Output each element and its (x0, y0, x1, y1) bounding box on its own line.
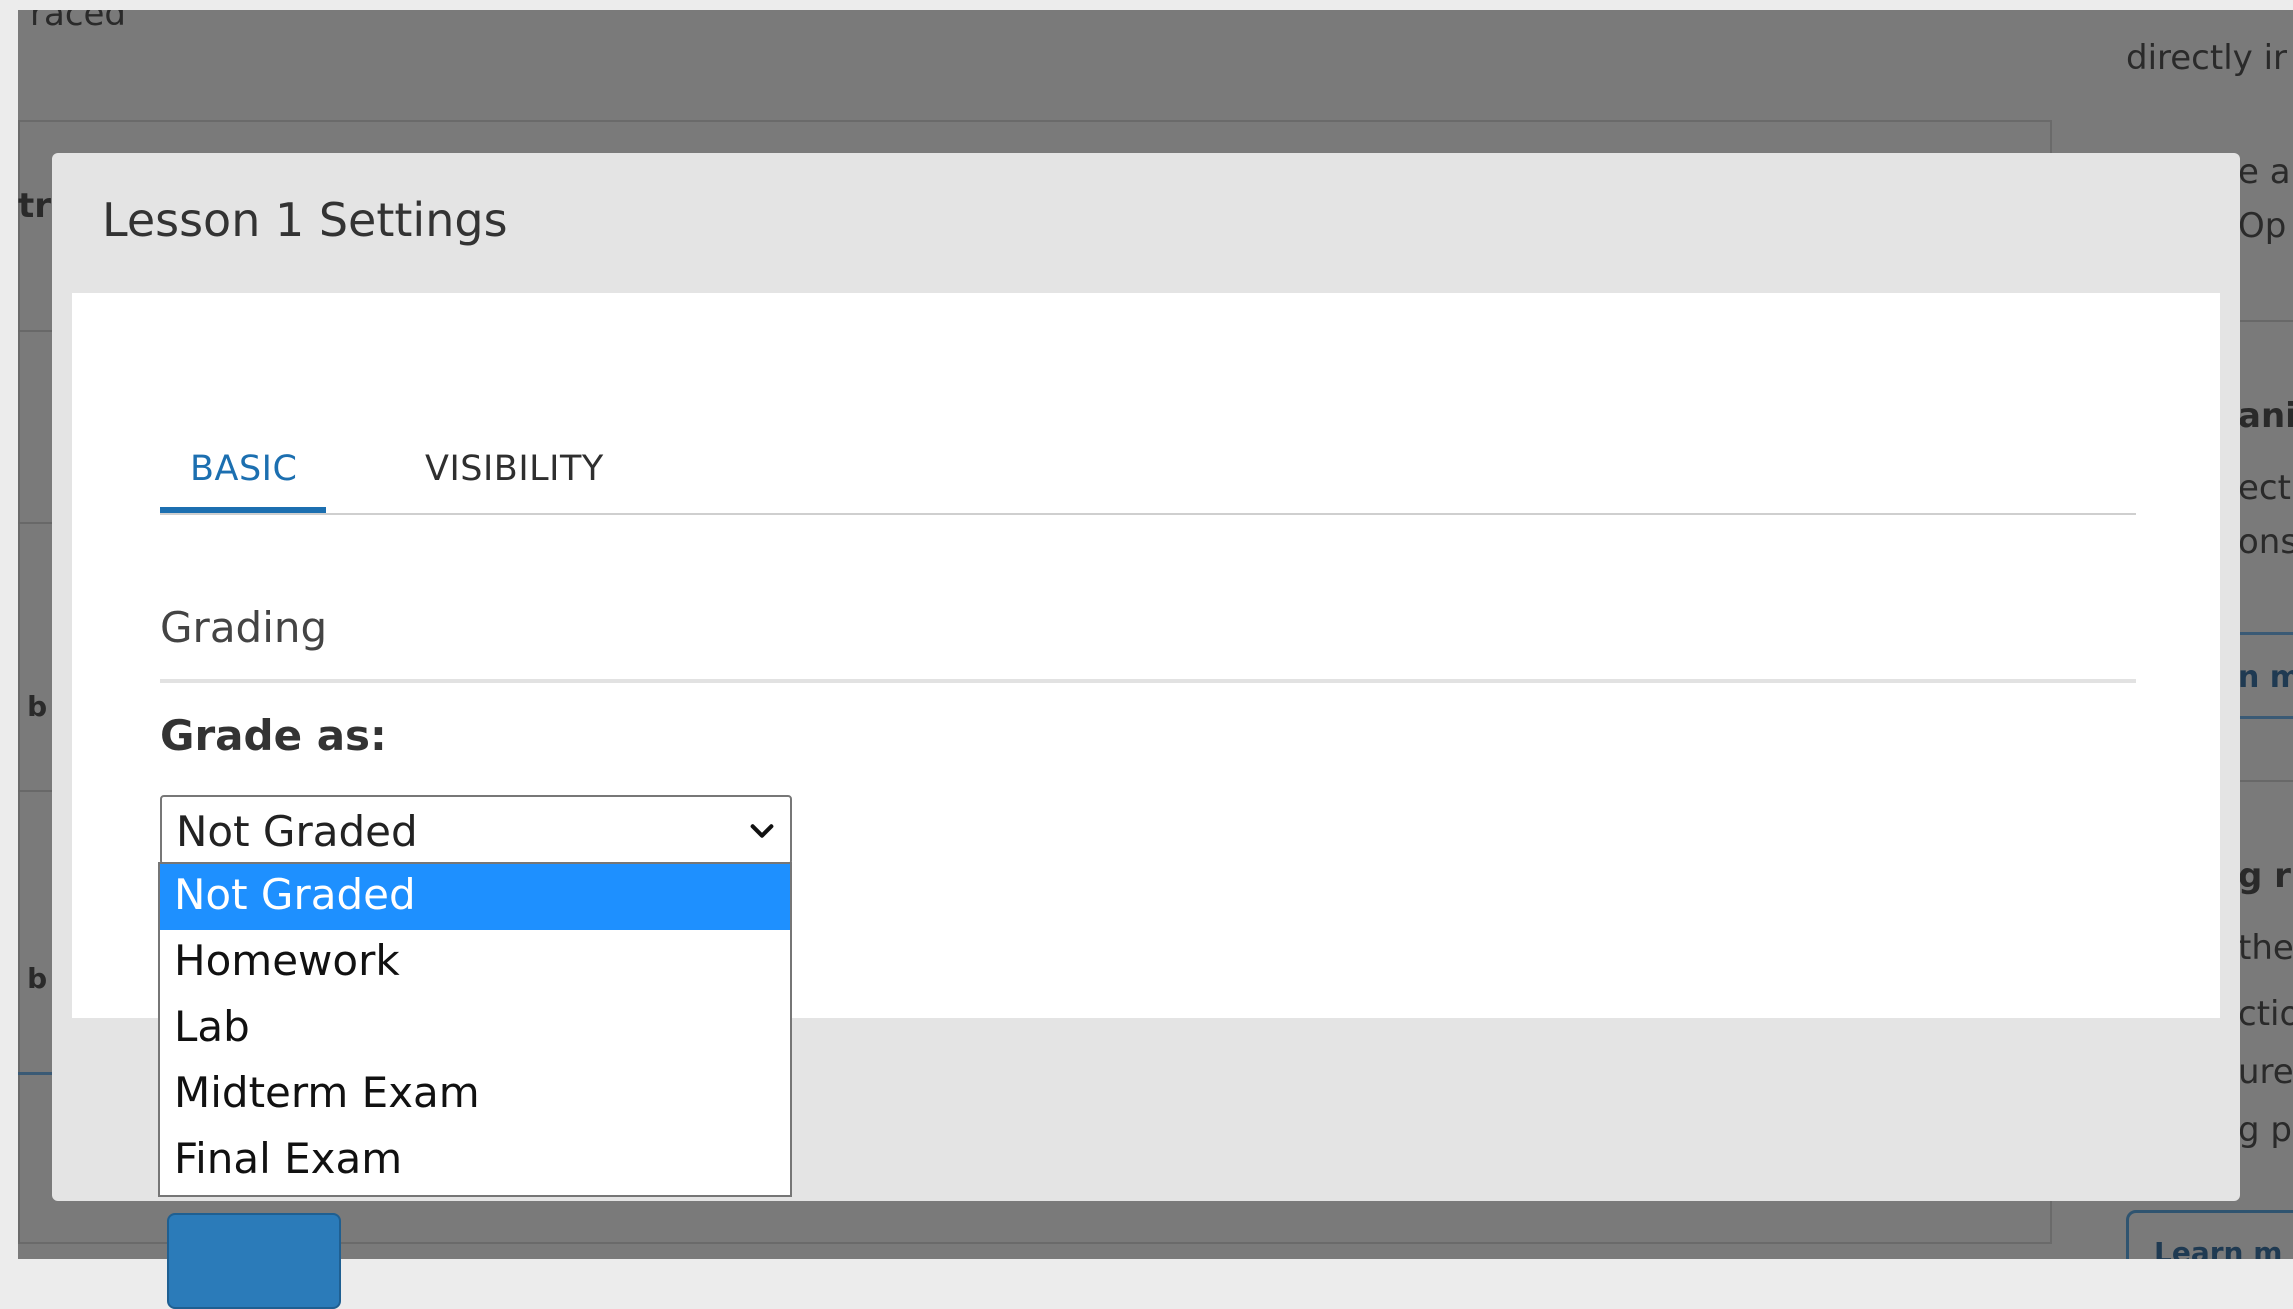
grade-options-dropdown: Not Graded Homework Lab Midterm Exam Fin… (158, 862, 792, 1197)
left-strip (0, 0, 18, 1259)
grade-as-label: Grade as: (160, 711, 387, 760)
bg-text: directly ir (2126, 38, 2288, 78)
option-label: Final Exam (174, 1134, 403, 1183)
bg-link: n m (2238, 660, 2293, 695)
section-title: Grading (160, 603, 328, 652)
option-not-graded[interactable]: Not Graded (160, 864, 790, 930)
select-value: Not Graded (176, 807, 418, 856)
bg-text: ctio (2238, 994, 2293, 1034)
bg-text: ons (2238, 522, 2293, 562)
option-homework[interactable]: Homework (160, 930, 790, 996)
bg-text: g p (2238, 1110, 2292, 1150)
tab-visibility[interactable]: VISIBILITY (425, 449, 604, 489)
option-label: Homework (174, 936, 400, 985)
option-final-exam[interactable]: Final Exam (160, 1128, 790, 1194)
option-label: Lab (174, 1002, 250, 1051)
bg-text: ure (2238, 1052, 2293, 1092)
bg-text: Op (2238, 206, 2287, 246)
tab-bar: BASIC VISIBILITY (160, 433, 2136, 515)
bg-text: t b (18, 962, 48, 995)
option-label: Not Graded (174, 870, 416, 919)
bg-text: ect (2238, 468, 2291, 508)
section-divider (160, 679, 2136, 683)
bg-text: the (2238, 928, 2293, 968)
bg-text: e a (2238, 152, 2291, 192)
bg-text: ani (2238, 396, 2293, 436)
bg-link: Learn m (2154, 1236, 2283, 1259)
bg-text: g r (2238, 856, 2291, 896)
bg-text: raced (30, 10, 127, 34)
option-label: Midterm Exam (174, 1068, 480, 1117)
top-strip (0, 0, 2293, 10)
option-midterm-exam[interactable]: Midterm Exam (160, 1062, 790, 1128)
active-tab-indicator (160, 507, 326, 513)
grade-as-select[interactable]: Not Graded (160, 795, 792, 865)
tab-basic[interactable]: BASIC (190, 449, 297, 489)
modal-title: Lesson 1 Settings (102, 193, 508, 247)
bg-link-border (2238, 632, 2293, 635)
bg-text: tr (18, 186, 52, 226)
option-lab[interactable]: Lab (160, 996, 790, 1062)
bg-link-border (2238, 716, 2293, 719)
chevron-down-icon (750, 824, 774, 838)
save-button[interactable] (167, 1213, 341, 1309)
bg-text: t b (18, 690, 48, 723)
